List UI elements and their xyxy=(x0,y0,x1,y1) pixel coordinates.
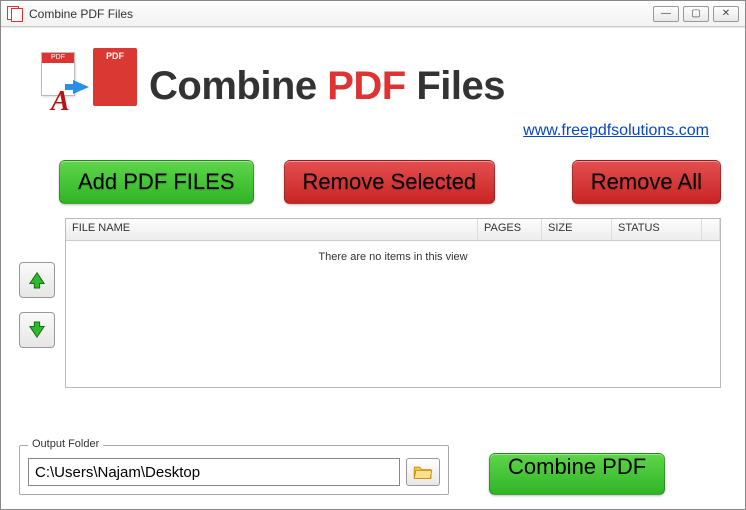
header: PDF PDF A Combine PDF Files www.freepdfs… xyxy=(13,36,733,130)
logo-pdf-badge: PDF xyxy=(93,51,137,61)
close-button[interactable]: ✕ xyxy=(713,6,739,22)
output-folder-label: Output Folder xyxy=(28,438,103,450)
column-status[interactable]: STATUS xyxy=(612,219,702,240)
table-header: FILE NAME PAGES SIZE STATUS xyxy=(66,219,720,241)
arrow-down-icon xyxy=(28,321,46,339)
column-file-name[interactable]: FILE NAME xyxy=(66,219,478,240)
minimize-button[interactable]: ― xyxy=(653,6,679,22)
header-title-part2: Files xyxy=(406,64,505,108)
file-table: FILE NAME PAGES SIZE STATUS There are no… xyxy=(65,218,721,388)
move-down-button[interactable] xyxy=(19,312,55,348)
browse-folder-button[interactable] xyxy=(406,458,440,486)
window-controls: ― ▢ ✕ xyxy=(653,6,739,22)
add-pdf-files-button[interactable]: Add PDF FILES xyxy=(59,160,254,204)
column-end xyxy=(702,219,720,240)
action-bar: Add PDF FILES Remove Selected Remove All xyxy=(59,160,721,204)
header-title: Combine PDF Files xyxy=(149,64,505,109)
app-logo: PDF PDF A xyxy=(31,46,141,126)
empty-table-text: There are no items in this view xyxy=(66,251,720,263)
window-title: Combine PDF Files xyxy=(29,7,653,21)
main-panel: PDF PDF A Combine PDF Files www.freepdfs… xyxy=(1,27,745,509)
website-link[interactable]: www.freepdfsolutions.com xyxy=(523,122,709,140)
reorder-controls xyxy=(19,262,55,348)
bottom-bar: Output Folder Combine PDF xyxy=(19,445,721,495)
app-icon xyxy=(7,6,23,22)
remove-all-button[interactable]: Remove All xyxy=(572,160,721,204)
header-title-part1: Combine xyxy=(149,64,327,108)
combine-pdf-button[interactable]: Combine PDF xyxy=(489,453,665,495)
header-title-accent: PDF xyxy=(327,64,406,108)
arrow-up-icon xyxy=(28,271,46,289)
output-folder-group: Output Folder xyxy=(19,445,449,495)
adobe-a-icon: A xyxy=(51,86,70,118)
column-pages[interactable]: PAGES xyxy=(478,219,542,240)
table-body[interactable]: There are no items in this view xyxy=(66,241,720,387)
maximize-button[interactable]: ▢ xyxy=(683,6,709,22)
remove-selected-button[interactable]: Remove Selected xyxy=(284,160,496,204)
column-size[interactable]: SIZE xyxy=(542,219,612,240)
output-folder-input[interactable] xyxy=(28,458,400,486)
move-up-button[interactable] xyxy=(19,262,55,298)
file-list-area: FILE NAME PAGES SIZE STATUS There are no… xyxy=(19,218,721,431)
arrow-icon xyxy=(73,80,89,94)
title-bar: Combine PDF Files ― ▢ ✕ xyxy=(1,1,745,27)
folder-icon xyxy=(413,464,433,480)
